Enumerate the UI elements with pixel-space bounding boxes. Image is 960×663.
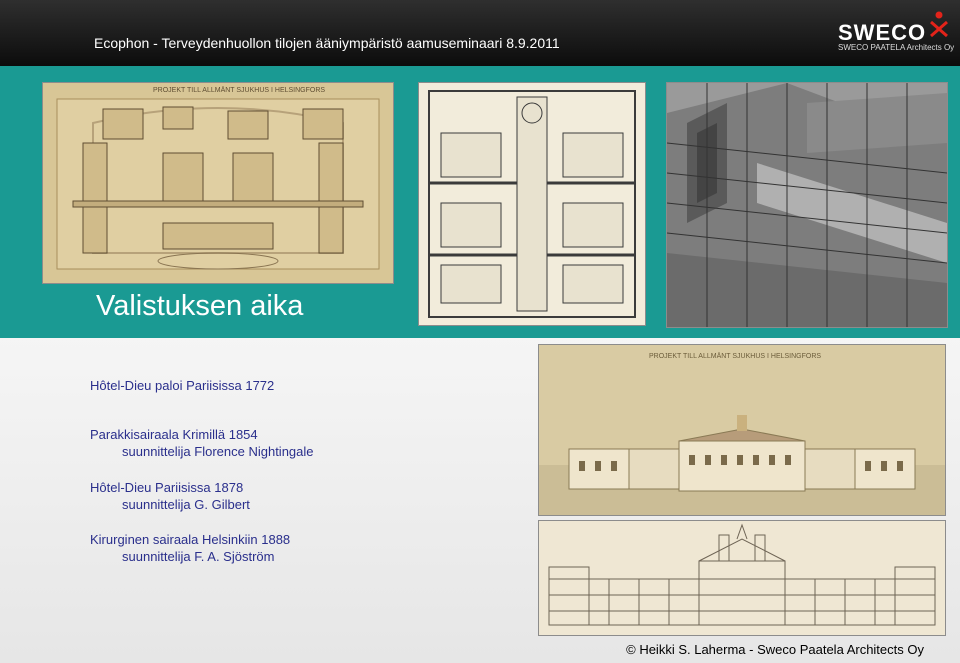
slide-header: Ecophon - Terveydenhuollon tilojen ääniy… bbox=[0, 0, 960, 66]
item-title: Parakkisairaala Krimillä 1854 bbox=[90, 427, 258, 442]
item-title: Hôtel-Dieu Pariisissa 1878 bbox=[90, 480, 244, 495]
site-plan-caption: PROJEKT TILL ALLMÄNT SJUKHUS I HELSINGFO… bbox=[153, 87, 326, 94]
sweco-figure-icon bbox=[930, 11, 948, 38]
logo-subtext: SWECO PAATELA Architects Oy bbox=[838, 43, 955, 52]
site-plan-image: PROJEKT TILL ALLMÄNT SJUKHUS I HELSINGFO… bbox=[42, 82, 394, 284]
paris-aerial-engraving-image bbox=[666, 82, 948, 328]
hospital-elevation-drawing-image bbox=[538, 520, 946, 636]
item-designer: suunnittelija G. Gilbert bbox=[122, 497, 250, 512]
item-title: Kirurginen sairaala Helsinkiin 1888 bbox=[90, 532, 291, 547]
item-designer: suunnittelija Florence Nightingale bbox=[122, 444, 314, 459]
hotel-dieu-plan-image bbox=[418, 82, 646, 326]
facade-caption: PROJEKT TILL ALLMÄNT SJUKHUS I HELSINGFO… bbox=[649, 353, 822, 360]
item-title: Hôtel-Dieu paloi Pariisissa 1772 bbox=[90, 378, 275, 393]
hospital-facade-drawing-image: PROJEKT TILL ALLMÄNT SJUKHUS I HELSINGFO… bbox=[538, 344, 946, 516]
list-item: Hôtel-Dieu Pariisissa 1878 suunnittelija… bbox=[90, 479, 250, 513]
list-item: Parakkisairaala Krimillä 1854 suunnittel… bbox=[90, 426, 314, 460]
section-title: Valistuksen aika bbox=[96, 290, 304, 322]
copyright-footer: © Heikki S. Laherma - Sweco Paatela Arch… bbox=[626, 642, 924, 657]
sweco-logo: SWECO SWECO PAATELA Architects Oy bbox=[838, 10, 954, 56]
header-title: Ecophon - Terveydenhuollon tilojen ääniy… bbox=[94, 35, 560, 51]
item-designer: suunnittelija F. A. Sjöström bbox=[122, 549, 275, 564]
list-item: Kirurginen sairaala Helsinkiin 1888 suun… bbox=[90, 531, 290, 565]
list-item: Hôtel-Dieu paloi Pariisissa 1772 bbox=[90, 377, 274, 394]
